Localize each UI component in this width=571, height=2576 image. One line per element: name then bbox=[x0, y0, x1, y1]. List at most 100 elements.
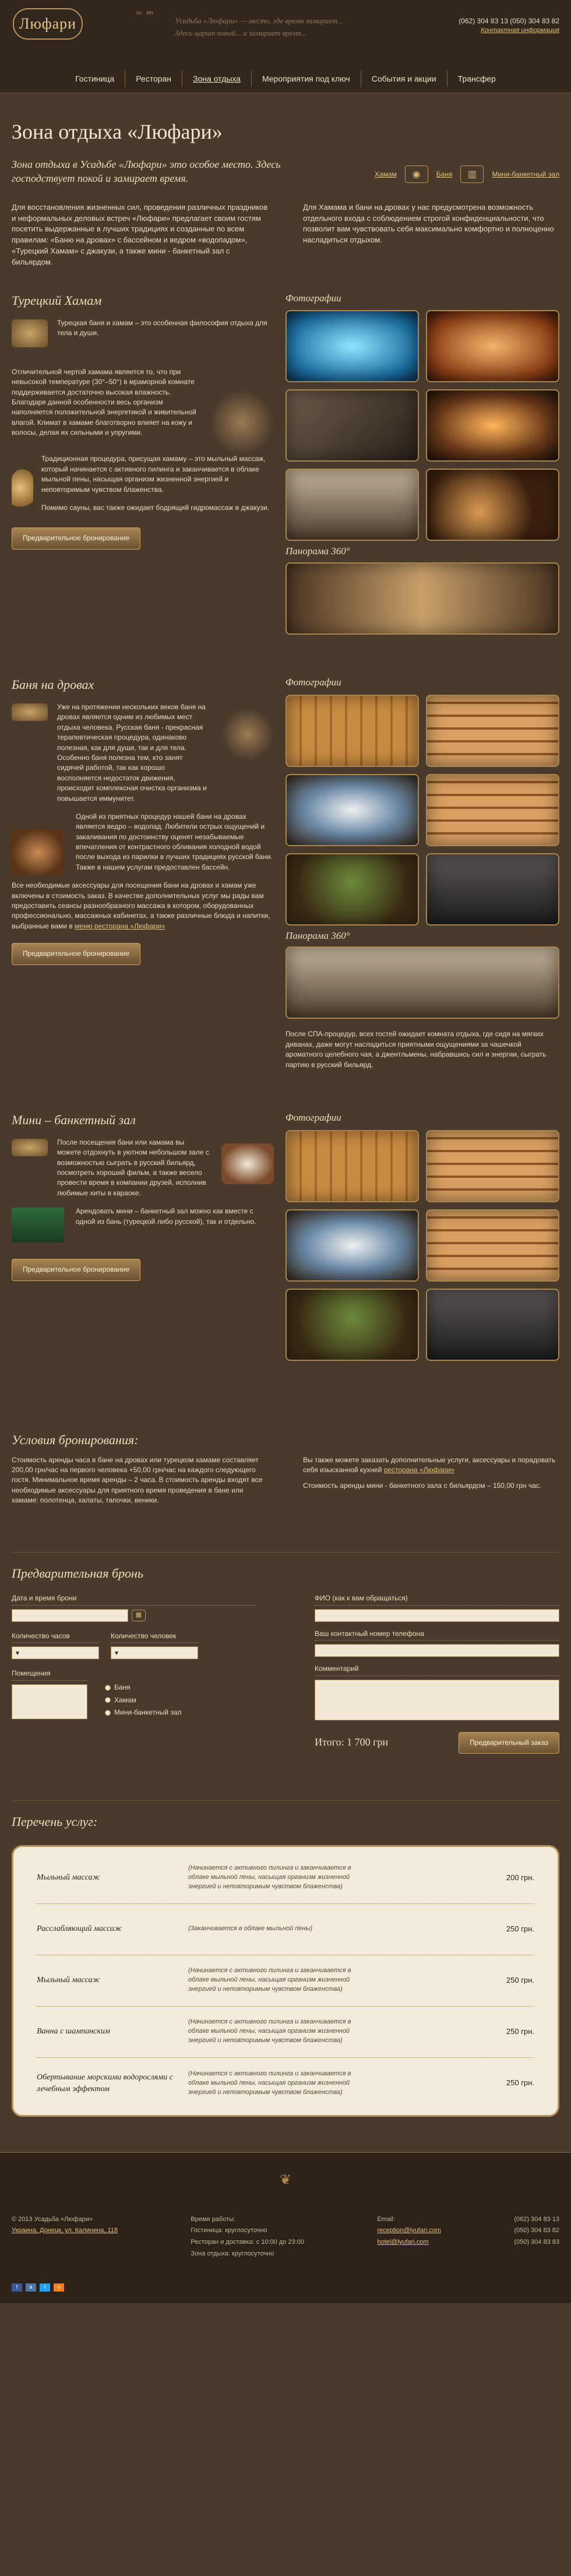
room-option-banya[interactable]: Баня bbox=[105, 1683, 182, 1692]
bucket-image bbox=[12, 829, 64, 876]
lang-ru[interactable]: ru bbox=[136, 10, 142, 16]
date-label: Дата и время брони bbox=[12, 1593, 256, 1606]
quicklink-hamam[interactable]: Хамам bbox=[375, 170, 397, 180]
hamam-title: Турецкий Хамам bbox=[12, 293, 102, 308]
banquet-title: Мини – банкетный зал bbox=[12, 1112, 136, 1127]
banquet-p1: После посещения бани или хамама вы может… bbox=[12, 1138, 274, 1198]
photo-banquet-5[interactable] bbox=[286, 1288, 419, 1361]
banquet-booking-button[interactable]: Предварительное бронирование bbox=[12, 1259, 141, 1281]
conditions-banquet-price: Стоимость аренды мини - банкетного зала … bbox=[303, 1481, 542, 1490]
photo-tv-room[interactable] bbox=[286, 389, 419, 462]
page-intro: Зона отдыха в Усадьбе «Люфари» это особо… bbox=[12, 159, 281, 185]
hamam-icon[interactable]: ◉ bbox=[404, 166, 428, 184]
comment-textarea[interactable] bbox=[315, 1679, 559, 1720]
contact-info-link[interactable]: Контактная информация bbox=[459, 26, 559, 36]
nav-news[interactable]: События и акции bbox=[361, 70, 447, 87]
quicklink-banya[interactable]: Баня bbox=[436, 170, 453, 180]
photo-birch-broom[interactable] bbox=[286, 853, 419, 925]
footer: ❦ © 2013 Усадьба «Люфари» Украина, Донец… bbox=[0, 2151, 571, 2303]
date-input[interactable] bbox=[12, 1609, 128, 1622]
photo-benches[interactable] bbox=[426, 773, 559, 846]
footer-emails: Email: reception@lyufari.com hotel@lyufa… bbox=[377, 2214, 441, 2260]
photo-sauna-2[interactable] bbox=[426, 694, 559, 767]
footer-ornament-icon: ❦ bbox=[279, 2172, 292, 2188]
quicklink-banquet[interactable]: Мини-банкетный зал bbox=[492, 170, 559, 180]
photo-lamp-room[interactable] bbox=[426, 310, 559, 383]
footer-address[interactable]: Украина, Донецк, ул. Калинина, 118 bbox=[12, 2225, 118, 2237]
photo-banquet-4[interactable] bbox=[426, 1209, 559, 1282]
odnoklassniki-icon[interactable]: o bbox=[54, 2283, 64, 2292]
photo-bath[interactable] bbox=[286, 469, 419, 541]
email-link[interactable]: hotel@lyufari.com bbox=[377, 2237, 441, 2248]
photo-oil-lamp[interactable] bbox=[426, 469, 559, 541]
services-title: Перечень услуг: bbox=[12, 1814, 98, 1829]
banya-icon[interactable]: ▥ bbox=[460, 166, 484, 184]
hamam-booking-button[interactable]: Предварительное бронирование bbox=[12, 527, 141, 550]
photo-ceiling[interactable] bbox=[286, 773, 419, 846]
room-option-hamam[interactable]: Хамам bbox=[105, 1695, 182, 1705]
table-row: Ванна с шампанским (Начинается с активно… bbox=[37, 2007, 534, 2058]
vk-icon[interactable]: в bbox=[26, 2283, 36, 2292]
logo[interactable]: Люфари bbox=[13, 8, 83, 40]
nav-hotel[interactable]: Гостиница bbox=[65, 70, 126, 87]
radio-icon[interactable] bbox=[105, 1709, 111, 1716]
page-title: Зона отдыха «Люфари» bbox=[12, 120, 223, 143]
main-nav: Гостиница Ресторан Зона отдыха Мероприят… bbox=[0, 69, 571, 89]
language-switcher: ru en bbox=[136, 9, 157, 18]
banquet-section: Мини – банкетный зал После посещения бан… bbox=[12, 1111, 559, 1361]
hours-label: Количество часов bbox=[12, 1631, 99, 1644]
dessert-image bbox=[221, 1143, 274, 1184]
nav-events[interactable]: Мероприятия под ключ bbox=[252, 70, 361, 87]
photo-banquet-2[interactable] bbox=[426, 1129, 559, 1202]
services-table: Мыльный массаж (Начинается с активного п… bbox=[12, 1845, 559, 2117]
photo-banquet-3[interactable] bbox=[286, 1209, 419, 1282]
rooms-image bbox=[12, 1684, 87, 1719]
main-content: Зона отдыха «Люфари» Зона отдыха в Усадь… bbox=[0, 93, 571, 2117]
banquet-thumb-image bbox=[12, 1138, 48, 1156]
site-header: Люфари ru en Усадьба «Люфари» — место, г… bbox=[0, 0, 571, 93]
email-link[interactable]: reception@lyufari.com bbox=[377, 2225, 441, 2237]
nav-restaurant[interactable]: Ресторан bbox=[125, 70, 183, 87]
photo-banquet-6[interactable] bbox=[426, 1288, 559, 1361]
table-row: Обертывание морскими водорослями с лечеб… bbox=[37, 2070, 534, 2096]
banya-p2: Одной из приятных процедур нашей бани на… bbox=[12, 812, 274, 876]
restaurant-menu-link[interactable]: меню ресторана «Люфари» bbox=[75, 922, 165, 930]
hours-select[interactable]: ▾ bbox=[12, 1646, 99, 1660]
conditions-section: Условия бронирования: Стоимость аренды ч… bbox=[12, 1431, 559, 1506]
conditions-left: Стоимость аренды часа в бане на дровах и… bbox=[12, 1455, 263, 1505]
radio-icon[interactable] bbox=[105, 1684, 111, 1691]
phone-input[interactable] bbox=[315, 1644, 559, 1657]
photo-banquet-1[interactable] bbox=[286, 1129, 419, 1202]
submit-booking-button[interactable]: Предварительный заказ bbox=[459, 1732, 559, 1754]
photo-pool[interactable] bbox=[286, 310, 419, 383]
banya-photos-title: Фотографии bbox=[286, 677, 341, 688]
hamam-p1: Турецкая баня и хамам – это особенная фи… bbox=[12, 318, 274, 359]
name-input[interactable] bbox=[315, 1609, 559, 1622]
quick-links: Хамам ◉ Баня ▥ Мини-банкетный зал bbox=[375, 163, 559, 186]
calendar-icon[interactable]: ▦ bbox=[132, 1609, 146, 1621]
hamam-pano-title: Панорама 360° bbox=[286, 546, 350, 557]
broom-image bbox=[221, 708, 274, 761]
radio-icon[interactable] bbox=[105, 1697, 111, 1704]
people-select[interactable]: ▾ bbox=[111, 1646, 198, 1660]
room-option-banquet[interactable]: Мини-банкетный зал bbox=[105, 1708, 182, 1718]
hamam-p2: Отличительной чертой хамама является то,… bbox=[12, 367, 274, 455]
photo-sauna-1[interactable] bbox=[286, 694, 419, 767]
banya-p1: Уже на протяжении нескольких веков баня … bbox=[12, 702, 274, 804]
photo-shower[interactable] bbox=[426, 853, 559, 925]
rooms-label: Помещения bbox=[12, 1669, 87, 1681]
nav-transfer[interactable]: Трансфер bbox=[447, 71, 506, 87]
photo-lanterns[interactable] bbox=[426, 389, 559, 462]
conditions-restaurant-link[interactable]: ресторана «Люфари» bbox=[384, 1466, 455, 1474]
banya-panorama[interactable] bbox=[286, 946, 559, 1019]
table-row: Расслабляющий массаж (Заканчивается в об… bbox=[37, 1904, 534, 1955]
banya-booking-button[interactable]: Предварительное бронирование bbox=[12, 943, 141, 965]
twitter-icon[interactable]: t bbox=[40, 2283, 50, 2292]
hamam-panorama[interactable] bbox=[286, 562, 559, 635]
oil-lamp-image bbox=[12, 469, 33, 516]
booking-title: Предварительная бронь bbox=[12, 1566, 143, 1581]
facebook-icon[interactable]: f bbox=[12, 2283, 22, 2292]
lang-en[interactable]: en bbox=[147, 10, 153, 16]
nav-spa[interactable]: Зона отдыха bbox=[182, 70, 252, 87]
footer-company: © 2013 Усадьба «Люфари» Украина, Донецк,… bbox=[12, 2214, 118, 2260]
